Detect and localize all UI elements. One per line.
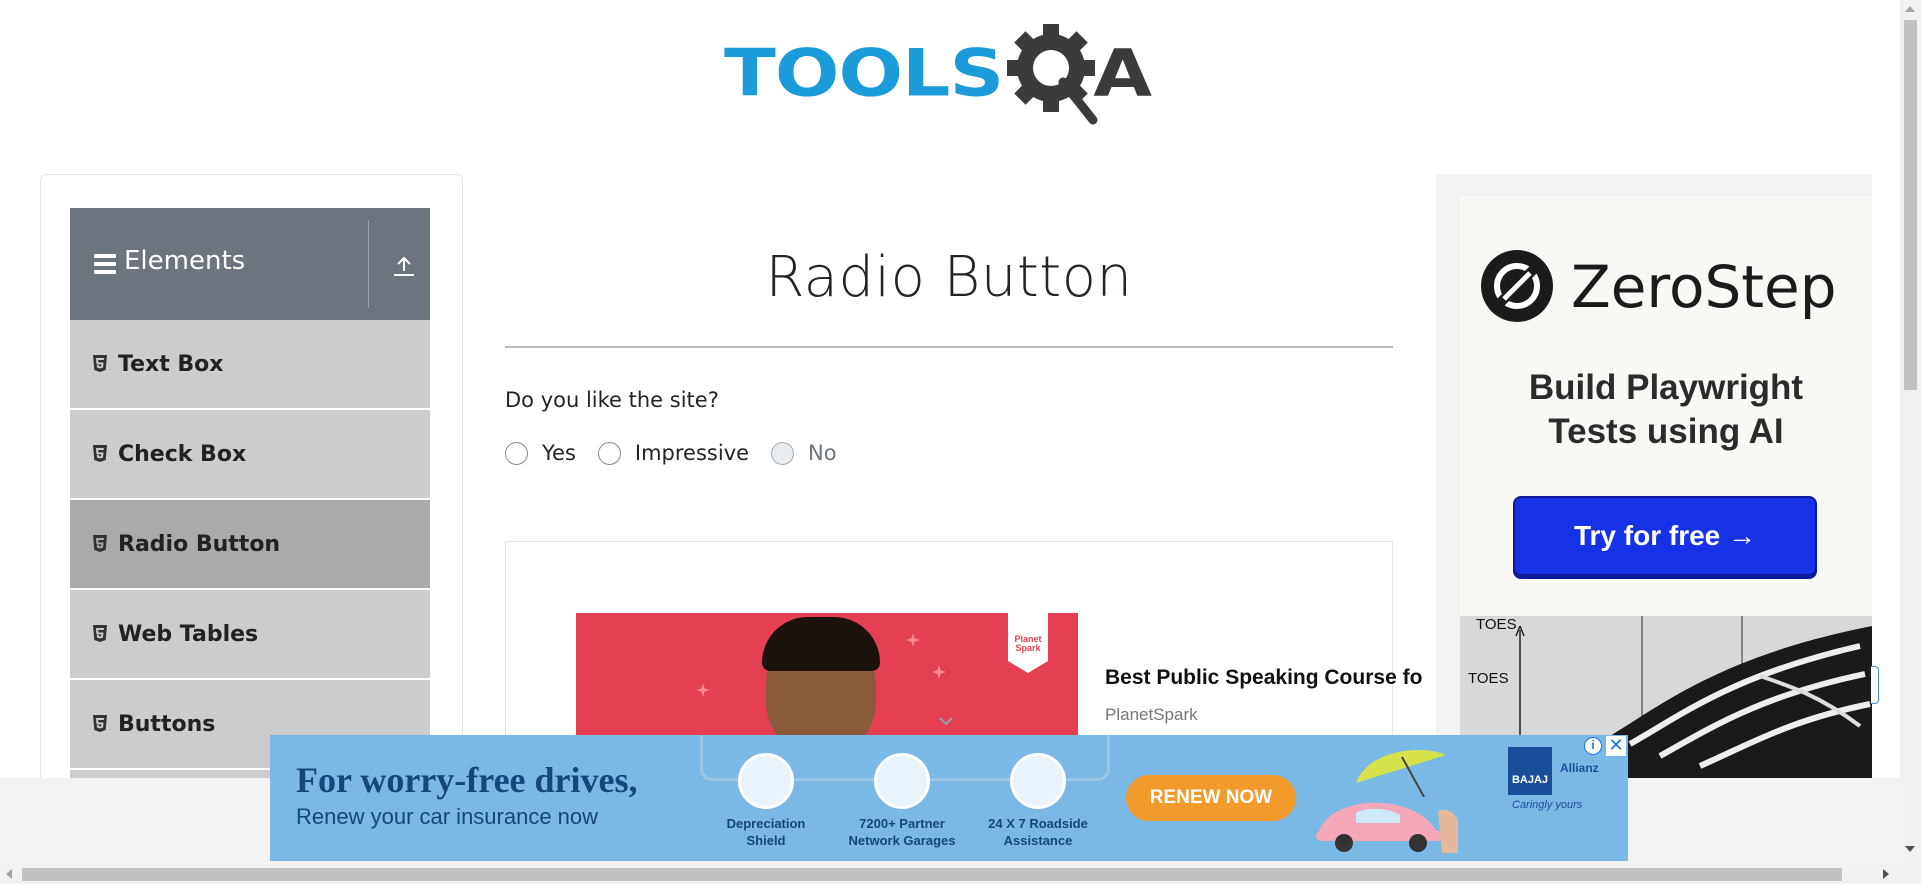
shield-icon — [738, 753, 794, 809]
feature-garages: 7200+ Partner Network Garages — [842, 753, 962, 849]
native-ad-image[interactable]: Planet Spark — [576, 613, 1078, 743]
scroll-thumb-horizontal[interactable] — [22, 868, 1842, 881]
bottom-banner-ad[interactable]: For worry-free drives, Renew your car in… — [270, 735, 1628, 861]
scroll-up-icon[interactable] — [1905, 6, 1915, 12]
radio-label-yes[interactable]: Yes — [542, 441, 576, 465]
xray-label-top: TOES — [1476, 616, 1517, 633]
scroll-down-icon[interactable] — [1905, 846, 1915, 852]
feature-roadside: 24 X 7 Roadside Assistance — [978, 753, 1098, 849]
scroll-thumb[interactable] — [1904, 20, 1917, 390]
logo-tools-text: TOOLS — [724, 34, 1004, 111]
radio-circle-yes[interactable] — [505, 441, 528, 465]
sidebar-item-text-box[interactable]: Text Box — [70, 320, 430, 410]
pink-car-icon — [1316, 802, 1458, 853]
radio-circle-no — [771, 441, 795, 465]
zerostep-subtitle: Build Playwright Tests using AI — [1460, 366, 1872, 454]
toolsqa-logo[interactable]: TOOLS A — [724, 18, 1176, 128]
page-title: Radio Button — [765, 245, 1133, 310]
sidebar-item-label: Text Box — [118, 351, 224, 377]
feature-label: Depreciation Shield — [706, 815, 826, 849]
child-hair — [762, 617, 880, 671]
feature-line2: Assistance — [1003, 833, 1073, 848]
ad-close-icon[interactable]: ✕ — [1606, 736, 1626, 756]
zerostep-brand: ZeroStep — [1571, 253, 1837, 321]
side-tab[interactable] — [1871, 666, 1879, 704]
radio-circle-impressive[interactable] — [597, 441, 621, 465]
renew-now-button[interactable]: RENEW NOW — [1126, 775, 1296, 821]
html5-icon — [93, 715, 107, 732]
bajaj-logo: BAJAJ — [1508, 747, 1552, 795]
horizontal-scrollbar[interactable] — [0, 864, 1921, 884]
feature-line2: Shield — [746, 833, 786, 848]
sidebar-item-label: Web Tables — [118, 621, 259, 647]
sidebar-item-label: Buttons — [118, 711, 216, 737]
allianz-logo: Allianz — [1560, 761, 1599, 775]
bottom-ad-headline: For worry-free drives, — [296, 760, 638, 800]
sidebar-item-radio-button[interactable]: Radio Button — [70, 500, 430, 590]
scroll-right-icon[interactable] — [1883, 869, 1889, 879]
feature-line1: 7200+ Partner — [859, 816, 945, 831]
group-title: Elements — [124, 246, 246, 276]
sidebar-item-check-box[interactable]: Check Box — [70, 410, 430, 500]
ad-info-icon[interactable]: i — [1584, 737, 1602, 755]
radio-no: No — [771, 441, 837, 465]
feature-label: 7200+ Partner Network Garages — [842, 815, 962, 849]
radio-yes[interactable]: Yes — [505, 441, 576, 465]
sparkle-icon — [696, 683, 710, 697]
zerostep-logo-icon — [1481, 250, 1553, 322]
sidebar-item-web-tables[interactable]: Web Tables — [70, 590, 430, 680]
feature-label: 24 X 7 Roadside Assistance — [978, 815, 1098, 849]
chevron-down-icon — [939, 717, 953, 726]
html5-icon — [93, 625, 107, 642]
radio-group: Yes Impressive No — [505, 441, 859, 465]
title-divider — [505, 346, 1393, 348]
tow-truck-icon — [1010, 753, 1066, 809]
native-ad-brand[interactable]: PlanetSpark — [1105, 705, 1198, 725]
html5-icon — [93, 445, 107, 462]
sidebar-item-label: Radio Button — [118, 531, 281, 557]
sparkle-icon — [906, 633, 920, 647]
collapse-arrow-icon[interactable] — [392, 254, 416, 278]
feature-line1: Depreciation — [726, 816, 806, 831]
xray-label-mid: TOES — [1468, 670, 1509, 687]
hamburger-icon — [94, 254, 116, 274]
brand-tagline: Caringly yours — [1512, 799, 1583, 811]
divider — [368, 220, 369, 308]
elements-group-header[interactable]: Elements — [70, 208, 430, 320]
sidebar-item-label: Check Box — [118, 441, 247, 467]
html5-icon — [93, 355, 107, 372]
radio-label-no: No — [808, 441, 837, 465]
try-for-free-button[interactable]: Try for free → — [1513, 496, 1817, 576]
scroll-left-icon[interactable] — [6, 869, 12, 879]
html5-icon — [93, 535, 107, 552]
feature-line2: Network Garages — [848, 833, 956, 848]
feature-depreciation: Depreciation Shield — [706, 753, 826, 849]
vertical-scrollbar[interactable] — [1900, 0, 1921, 864]
gear-magnifier-icon — [1007, 24, 1098, 125]
feature-line1: 24 X 7 Roadside — [988, 816, 1088, 831]
puzzle-icon — [874, 753, 930, 809]
radio-label-impressive[interactable]: Impressive — [635, 441, 749, 465]
sparkle-icon — [932, 665, 946, 679]
radio-impressive[interactable]: Impressive — [597, 441, 749, 465]
bottom-ad-subline: Renew your car insurance now — [296, 804, 599, 829]
umbrella-icon — [1356, 750, 1446, 797]
badge-text: Planet Spark — [1014, 634, 1042, 653]
zerostep-subtitle-line1: Build Playwright — [1528, 368, 1804, 407]
logo-a-text: A — [1093, 34, 1153, 111]
radio-question: Do you like the site? — [505, 388, 719, 412]
native-ad-title[interactable]: Best Public Speaking Course fo — [1105, 666, 1435, 690]
zerostep-subtitle-line2: Tests using AI — [1548, 412, 1784, 451]
